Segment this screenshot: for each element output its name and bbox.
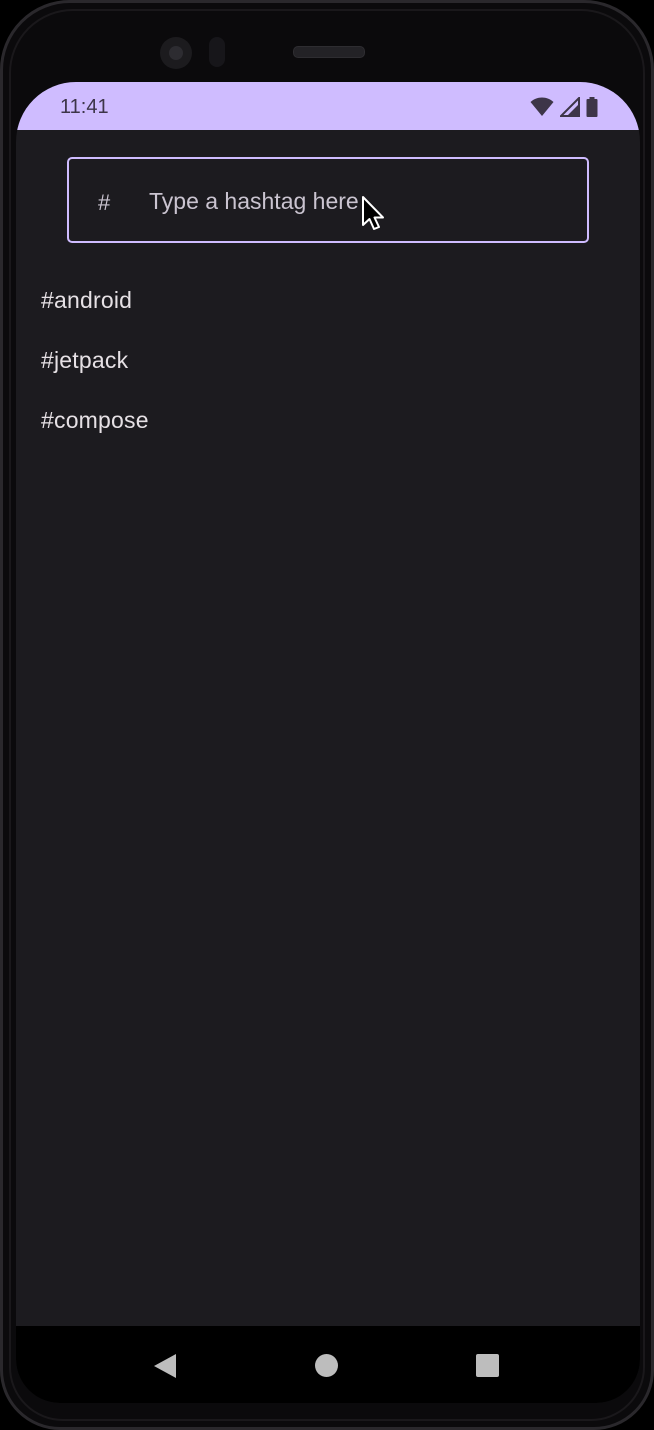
hashtag-item[interactable]: #compose	[41, 390, 621, 450]
mouse-cursor-icon	[362, 196, 384, 230]
status-bar: 11:41	[16, 82, 640, 130]
wifi-icon	[530, 97, 554, 116]
hashtag-item[interactable]: #jetpack	[41, 330, 621, 390]
status-icons	[530, 96, 598, 118]
navigation-bar	[16, 1326, 640, 1403]
earpiece-speaker	[293, 46, 365, 58]
home-icon[interactable]	[315, 1354, 338, 1377]
app-screen: 11:41 # #android	[16, 82, 640, 1403]
hashtag-search-field[interactable]: #	[67, 157, 589, 243]
hashtag-item[interactable]: #android	[41, 270, 621, 330]
recents-icon[interactable]	[476, 1354, 499, 1377]
battery-icon	[586, 97, 598, 117]
status-time: 11:41	[60, 96, 109, 118]
phone-frame: 11:41 # #android	[0, 0, 654, 1430]
hashtag-list: #android #jetpack #compose	[41, 270, 621, 450]
back-icon[interactable]	[153, 1353, 177, 1379]
cell-signal-icon	[560, 97, 580, 117]
hashtag-prefix: #	[98, 190, 111, 215]
hashtag-input[interactable]	[149, 179, 569, 223]
front-camera	[160, 37, 192, 69]
proximity-sensor	[209, 37, 225, 67]
